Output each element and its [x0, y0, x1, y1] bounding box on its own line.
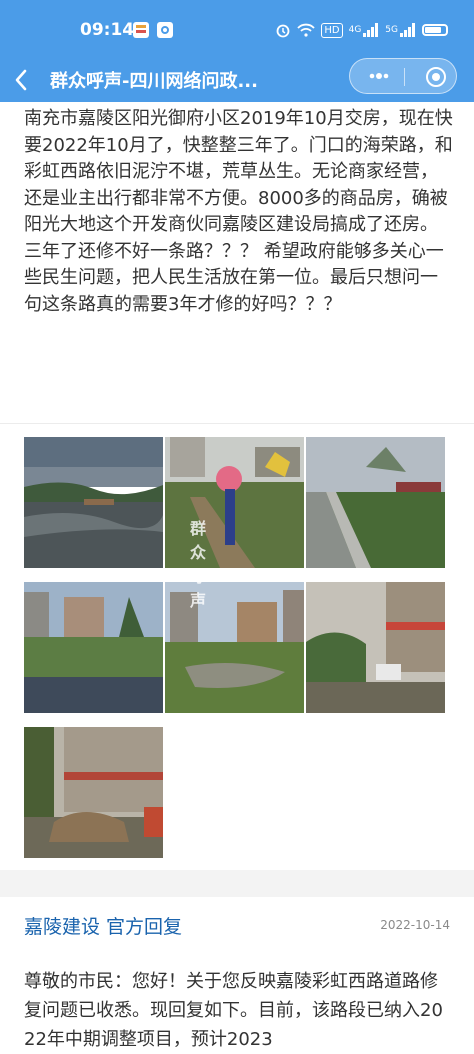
- reply-date: 2022-10-14: [380, 918, 450, 932]
- status-icons: HD 4G 5G: [275, 20, 448, 40]
- wifi-icon: [297, 23, 316, 37]
- complaint-body: 南充市嘉陵区阳光御府小区2019年10月交房，现在快要2022年10月了，快整整…: [24, 108, 453, 315]
- chevron-left-icon: [15, 69, 27, 91]
- nav-bar: 群众呼声-四川网络问政...: [0, 58, 474, 102]
- official-reply-header: 嘉陵建设 官方回复: [24, 916, 183, 938]
- notification-app-icon: [133, 22, 149, 38]
- photo-sidewalk-weeds[interactable]: [306, 437, 445, 568]
- status-time: 09:14: [80, 20, 135, 40]
- photo-umbrella-construction[interactable]: [165, 437, 304, 568]
- close-button[interactable]: [426, 67, 446, 87]
- battery-icon: [422, 24, 448, 36]
- hd-badge: HD: [321, 22, 343, 38]
- target-close-icon: [432, 73, 440, 81]
- mini-program-capsule: [349, 58, 457, 94]
- capsule-divider: [404, 68, 405, 86]
- content-divider: [0, 423, 474, 424]
- photo-debris-storefront[interactable]: [24, 727, 163, 858]
- more-button[interactable]: [368, 65, 390, 90]
- page-title: 群众呼声-四川网络问政...: [50, 71, 258, 92]
- more-dots-icon: [369, 73, 389, 79]
- alarm-icon: [276, 24, 290, 38]
- back-button[interactable]: [14, 64, 28, 98]
- photo-flooded-lot[interactable]: [24, 582, 163, 713]
- photo-watermark: 群众呼声: [190, 519, 207, 610]
- notification-app2-icon: [157, 22, 173, 38]
- signal-icon: [363, 23, 379, 37]
- photo-puddle-field[interactable]: [165, 582, 304, 713]
- network-4g-label: 4G: [348, 25, 362, 35]
- photo-muddy-road-dusk[interactable]: [24, 437, 163, 568]
- photo-street-shops-rain[interactable]: [306, 582, 445, 713]
- status-bar: 09:14 HD 4G 5G: [0, 0, 474, 58]
- signal-icon-2: [400, 23, 415, 37]
- network-5g-label: 5G: [385, 25, 398, 35]
- section-gap: [0, 870, 474, 897]
- official-reply-body: 尊敬的市民：您好！关于您反映嘉陵彩虹西路道路修复问题已收悉。现回复如下。目前，该…: [24, 971, 443, 1050]
